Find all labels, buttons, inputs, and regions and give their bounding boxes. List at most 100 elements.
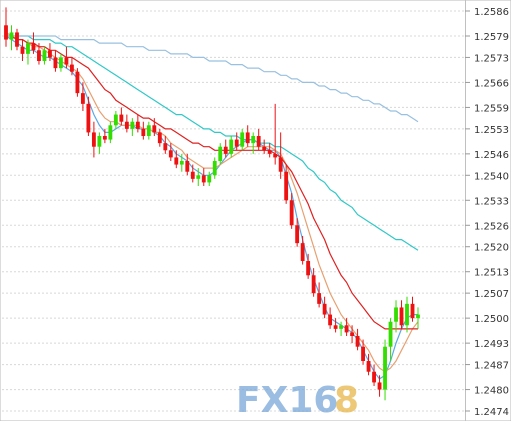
y-tick-label: 1.2546 [474,150,509,161]
candle-body [196,175,201,179]
candle-body [328,314,333,326]
candle-body [48,50,52,58]
moving-average-line [6,35,419,251]
candle-body [15,32,19,47]
chart-border [0,0,511,422]
candle-body [355,336,360,347]
logo-fx-text: FX16 [236,380,338,421]
candle-body [146,125,151,136]
candle-body [322,303,327,315]
candle-body [416,314,420,319]
candle-body [273,153,278,158]
candle-body [130,121,135,129]
y-tick-label: 1.2540 [474,171,509,182]
candle-body [366,361,371,372]
y-tick-label: 1.2493 [474,339,509,350]
candle-body [234,139,239,147]
candle-body [124,121,129,129]
candle-body [394,307,398,322]
candle-body [157,132,162,144]
candle-body [306,261,311,276]
candle-body [152,125,157,133]
y-tick-label: 1.2586 [474,7,509,18]
candle-body [300,243,305,261]
moving-average-lines [5,31,419,380]
y-tick-label: 1.2507 [474,289,509,300]
candle-body [262,146,267,151]
candle-body [69,64,74,72]
moving-average-line [5,31,419,373]
candle-body [26,43,30,54]
candle-body [377,382,382,390]
y-tick-label: 1.2573 [474,53,509,64]
candle-body [31,43,36,51]
candle-body [344,325,349,333]
candle-body [179,161,184,165]
candle-body [339,325,344,329]
candle-body [223,146,228,154]
candle-body [350,332,355,336]
y-tick-label: 1.2553 [474,125,509,136]
y-tick-label: 1.2500 [474,314,509,325]
y-tick-label: 1.2579 [474,32,509,43]
y-axis: 1.2586 1.2579 1.2573 1.2566 1.2559 1.2553 1.25… [465,7,509,418]
chart-canvas: FX16 8 1.25861.25791.25731.25661.25591.2… [0,0,511,422]
candle-body [295,225,300,244]
y-tick-label: 1.2474 [474,407,509,418]
y-tick-label: 1.2559 [474,103,509,114]
moving-average-line [6,35,419,123]
candle-body [333,325,338,329]
candle-body [383,346,387,390]
candle-body [163,143,168,151]
candle-body [361,346,365,361]
candle-body [284,171,289,201]
y-tick-label: 1.2566 [474,78,509,89]
candle-body [229,139,234,154]
candle-body [20,46,25,54]
candle-body [190,171,195,179]
candle-body [207,175,212,183]
candle-body [53,57,58,69]
candle-body [201,175,206,183]
moving-average-line [5,35,418,380]
candle-body [251,136,256,144]
candle-body [240,132,245,147]
candle-body [113,114,118,126]
candle-body [91,132,96,147]
y-tick-label: 1.2487 [474,361,509,372]
candle-body [245,132,250,144]
candle-body [218,146,223,161]
candle-body [372,371,376,383]
candle-body [185,161,190,172]
candle-body [289,200,294,226]
moving-average-line [6,35,418,330]
candle-body [9,32,14,40]
candle-body [399,307,404,326]
candle-body [119,114,124,122]
candle-body [410,303,415,319]
y-tick-label: 1.2520 [474,243,509,254]
candle-body [141,128,146,136]
candle-body [135,121,140,129]
candle-body [86,103,91,133]
candle-body [75,71,80,94]
candle-body [174,157,179,165]
candle-body [311,275,316,294]
logo-8-text: 8 [334,380,359,421]
candle-body [278,157,283,172]
candle-body [4,25,8,40]
candle-body [317,293,322,304]
candle-body [97,136,102,147]
candle-body [267,150,272,154]
price-chart: FX16 8 1.2586 1.2579 1.2573 1.2566 1.2559 1.2… [0,0,511,422]
candle-body [102,136,107,140]
candle-body [80,93,85,104]
candle-body [168,150,173,158]
candle-body [37,50,41,61]
candle-body [108,125,113,140]
fx168-logo: FX16 8 [236,380,359,421]
candle-body [212,161,217,176]
candle-body [64,57,69,65]
candle-body [405,303,409,326]
candle-body [42,50,47,61]
